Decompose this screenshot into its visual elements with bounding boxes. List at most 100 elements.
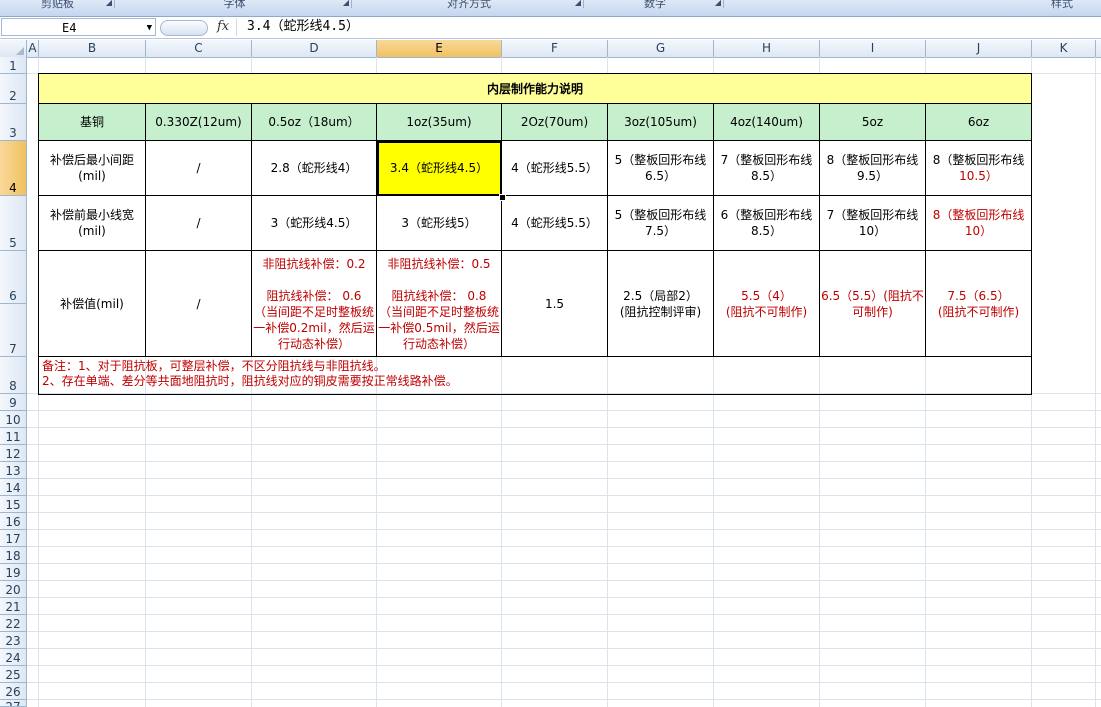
capability-table: 内层制作能力说明 基铜 0.330Z(12um) 0.5oz（18um） 1oz… bbox=[37, 73, 1033, 395]
table-cell[interactable]: 7.5（6.5） (阻抗不可制作) bbox=[924, 250, 1033, 357]
table-cell[interactable]: 3（蛇形线5） bbox=[376, 195, 502, 251]
row-header-8[interactable]: 8 bbox=[0, 357, 27, 394]
row-header-19[interactable]: 19 bbox=[0, 564, 27, 581]
column-header-a[interactable]: A bbox=[27, 40, 39, 57]
header-cell[interactable]: 0.330Z(12um) bbox=[145, 103, 252, 141]
chevron-down-icon[interactable]: ▼ bbox=[147, 19, 152, 37]
table-cell[interactable]: / bbox=[145, 250, 252, 357]
dialog-launcher-icon[interactable]: ◢ bbox=[106, 0, 112, 7]
row-header-20[interactable]: 20 bbox=[0, 581, 27, 598]
ribbon-group-label: 数字 bbox=[644, 0, 666, 10]
header-cell[interactable]: 3oz(105um) bbox=[607, 103, 714, 141]
cell-text-black: 8（整板回形布线 bbox=[932, 153, 1025, 167]
row-header-18[interactable]: 18 bbox=[0, 547, 27, 564]
table-cell[interactable]: 8（整板回形布线 10） bbox=[924, 195, 1033, 251]
header-cell[interactable]: 5oz bbox=[819, 103, 926, 141]
header-cell-base-copper[interactable]: 基铜 bbox=[38, 103, 146, 141]
header-cell[interactable]: 2Oz(70um) bbox=[501, 103, 608, 141]
header-cell[interactable]: 0.5oz（18um） bbox=[251, 103, 377, 141]
ribbon-group-alignment[interactable]: 对齐方式 ◢ bbox=[354, 0, 584, 11]
table-cell[interactable]: 7（整板回形布线 10） bbox=[819, 195, 926, 251]
column-header-b[interactable]: B bbox=[39, 40, 146, 57]
dialog-launcher-icon[interactable]: ◢ bbox=[343, 0, 349, 7]
table-cell[interactable]: 4（蛇形线5.5） bbox=[501, 140, 608, 196]
row-header-27[interactable]: 27 bbox=[0, 700, 27, 707]
table-cell[interactable]: 5.5（4） (阻抗不可制作) bbox=[713, 250, 820, 357]
row-header-10[interactable]: 10 bbox=[0, 411, 27, 428]
ribbon: 剪贴板 ◢ 字体 ◢ 对齐方式 ◢ 数字 ◢ 样式 bbox=[0, 0, 1101, 17]
table-cell[interactable]: 3（蛇形线4.5） bbox=[251, 195, 377, 251]
row-header-11[interactable]: 11 bbox=[0, 428, 27, 445]
table-cell[interactable]: 2.8（蛇形线4） bbox=[251, 140, 377, 196]
formula-expand-handle[interactable] bbox=[160, 20, 208, 36]
row-label-compensation[interactable]: 补偿值(mil) bbox=[38, 250, 146, 357]
select-all-button[interactable] bbox=[0, 40, 27, 57]
header-cell[interactable]: 6oz bbox=[924, 103, 1033, 141]
row-header-6[interactable]: 6 bbox=[0, 251, 27, 304]
selected-cell-e4[interactable]: 3.4（蛇形线4.5） bbox=[376, 140, 502, 196]
row-header-4[interactable]: 4 bbox=[0, 141, 27, 196]
row-header-1[interactable]: 1 bbox=[0, 57, 27, 74]
table-cell[interactable]: 6.5（5.5）(阻抗不可制作) bbox=[819, 250, 926, 357]
ribbon-group-label: 字体 bbox=[223, 0, 246, 10]
column-header-c[interactable]: C bbox=[146, 40, 252, 57]
header-cell[interactable]: 1oz(35um) bbox=[376, 103, 502, 141]
table-cell[interactable]: 非阻抗线补偿：0.2 阻抗线补偿： 0.6 （当间距不足时整板统一补偿0.2mi… bbox=[251, 250, 377, 357]
ribbon-group-clipboard[interactable]: 剪贴板 ◢ bbox=[0, 0, 115, 11]
row-header-12[interactable]: 12 bbox=[0, 445, 27, 462]
table-cell-split-color[interactable]: 8（整板回形布线 10.5） bbox=[924, 140, 1033, 196]
ribbon-group-number[interactable]: 数字 ◢ bbox=[586, 0, 724, 11]
column-header-f[interactable]: F bbox=[502, 40, 608, 57]
dialog-launcher-icon[interactable]: ◢ bbox=[715, 0, 721, 7]
ribbon-group-styles[interactable]: 样式 bbox=[726, 0, 1101, 11]
row-header-26[interactable]: 26 bbox=[0, 683, 27, 700]
table-cell[interactable]: / bbox=[145, 140, 252, 196]
table-cell[interactable]: 6（整板回形布线 8.5） bbox=[713, 195, 820, 251]
row-header-5[interactable]: 5 bbox=[0, 196, 27, 251]
row-header-22[interactable]: 22 bbox=[0, 615, 27, 632]
table-cell[interactable]: 5（整板回形布线 6.5） bbox=[607, 140, 714, 196]
row-header-2[interactable]: 2 bbox=[0, 74, 27, 104]
row-header-16[interactable]: 16 bbox=[0, 513, 27, 530]
table-cell[interactable]: 8（整板回形布线 9.5） bbox=[819, 140, 926, 196]
column-header-e[interactable]: E bbox=[377, 40, 502, 57]
row-label-min-spacing[interactable]: 补偿后最小间距 (mil) bbox=[38, 140, 146, 196]
formula-input[interactable]: 3.4（蛇形线4.5） bbox=[236, 18, 1100, 36]
row-header-17[interactable]: 17 bbox=[0, 530, 27, 547]
table-title[interactable]: 内层制作能力说明 bbox=[37, 73, 1033, 104]
table-cell[interactable]: 非阻抗线补偿：0.5 阻抗线补偿： 0.8 （当间距不足时整板统一补偿0.5mi… bbox=[376, 250, 502, 357]
ribbon-group-label: 样式 bbox=[1051, 0, 1073, 10]
column-header-k[interactable]: K bbox=[1032, 40, 1096, 57]
table-cell[interactable]: 1.5 bbox=[501, 250, 608, 357]
column-header-i[interactable]: I bbox=[820, 40, 926, 57]
formula-bar: E4 ▼ fx 3.4（蛇形线4.5） bbox=[0, 17, 1101, 39]
name-box[interactable]: E4 ▼ bbox=[1, 18, 156, 36]
row-header-21[interactable]: 21 bbox=[0, 598, 27, 615]
row-header-14[interactable]: 14 bbox=[0, 479, 27, 496]
column-header-d[interactable]: D bbox=[252, 40, 377, 57]
dialog-launcher-icon[interactable]: ◢ bbox=[575, 0, 581, 7]
row-header-15[interactable]: 15 bbox=[0, 496, 27, 513]
table-cell[interactable]: / bbox=[145, 195, 252, 251]
row-header-25[interactable]: 25 bbox=[0, 666, 27, 683]
table-cell[interactable]: 2.5（局部2） (阻抗控制评审) bbox=[607, 250, 714, 357]
formula-controls: fx bbox=[160, 18, 232, 36]
row-header-3[interactable]: 3 bbox=[0, 104, 27, 141]
row-header-7[interactable]: 7 bbox=[0, 304, 27, 357]
row-header-24[interactable]: 24 bbox=[0, 649, 27, 666]
ribbon-group-font[interactable]: 字体 ◢ bbox=[117, 0, 352, 11]
row-header-13[interactable]: 13 bbox=[0, 462, 27, 479]
table-cell[interactable]: 4（蛇形线5.5） bbox=[501, 195, 608, 251]
fill-handle[interactable] bbox=[499, 194, 506, 201]
header-cell[interactable]: 4oz(140um) bbox=[713, 103, 820, 141]
row-label-min-width[interactable]: 补偿前最小线宽 (mil) bbox=[38, 195, 146, 251]
table-cell[interactable]: 7（整板回形布线 8.5） bbox=[713, 140, 820, 196]
column-header-g[interactable]: G bbox=[608, 40, 714, 57]
column-header-h[interactable]: H bbox=[714, 40, 820, 57]
table-cell[interactable]: 5（整板回形布线 7.5） bbox=[607, 195, 714, 251]
row-header-9[interactable]: 9 bbox=[0, 394, 27, 411]
column-header-j[interactable]: J bbox=[926, 40, 1032, 57]
insert-function-icon[interactable]: fx bbox=[217, 18, 229, 36]
notes-cell[interactable]: 备注：1、对于阻抗板，可整层补偿，不区分阻抗线与非阻抗线。 2、存在单端、差分等… bbox=[37, 356, 1033, 395]
row-header-23[interactable]: 23 bbox=[0, 632, 27, 649]
